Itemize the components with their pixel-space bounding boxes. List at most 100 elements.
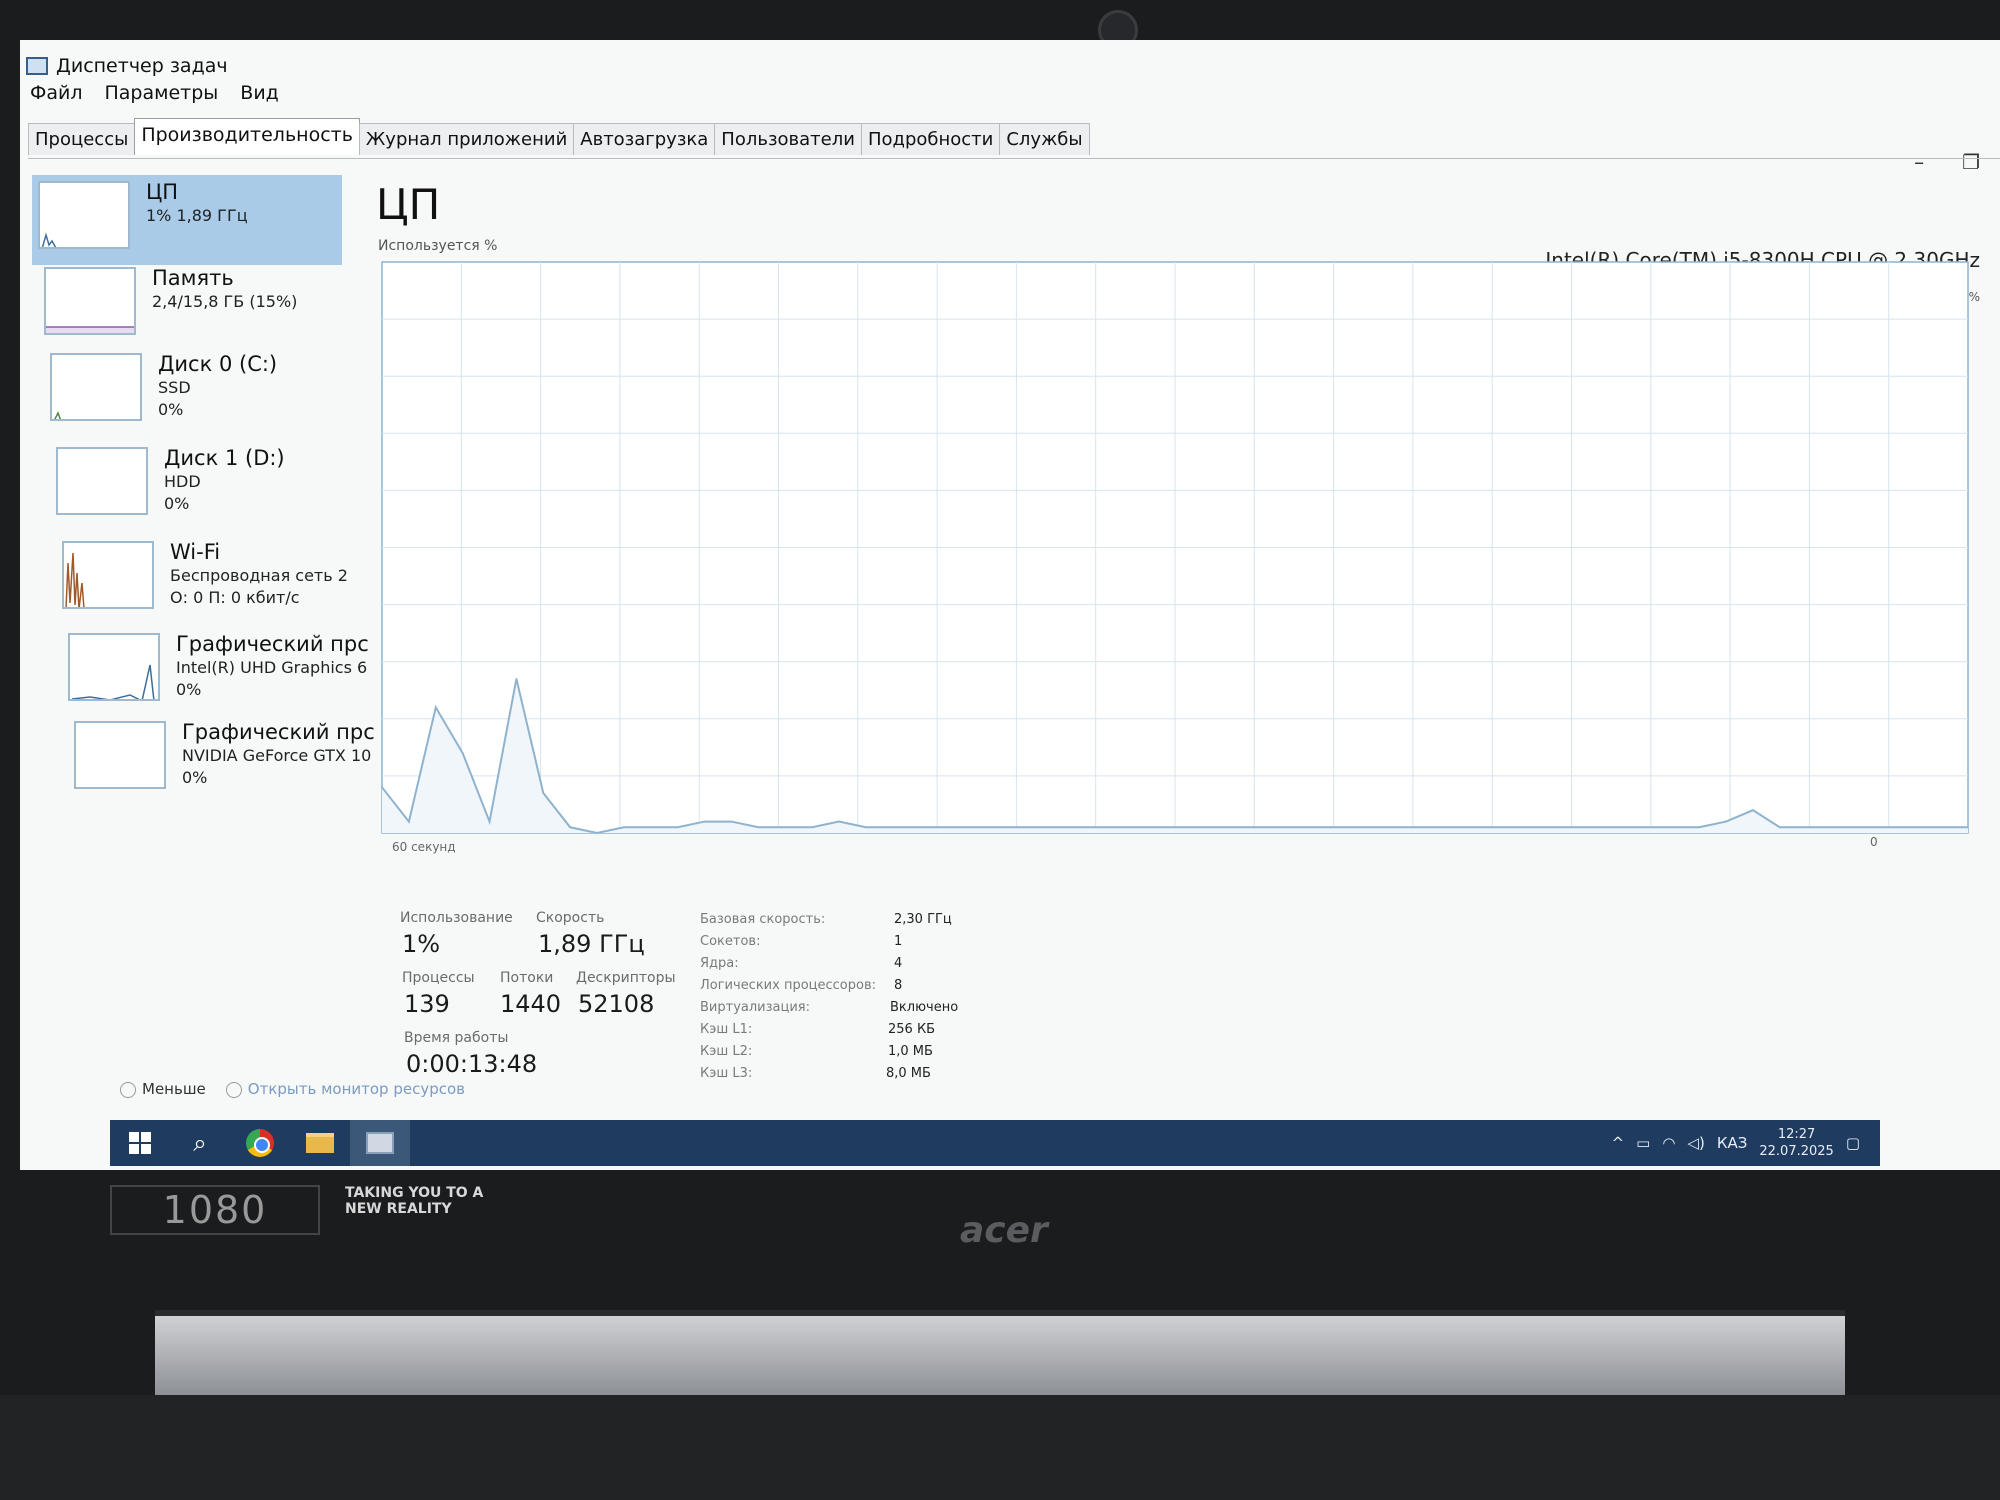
tab-app-history[interactable]: Журнал приложений <box>358 123 575 155</box>
cpu-usage-point <box>1214 826 1217 829</box>
menu-file[interactable]: Файл <box>30 82 83 104</box>
promo-line2: NEW REALITY <box>345 1201 452 1217</box>
cpu-usage-point <box>1322 826 1324 829</box>
sidebar-item-detail: Беспроводная сеть 2 <box>170 566 348 585</box>
wifi-icon[interactable]: ◠ <box>1662 1134 1675 1152</box>
usage-label: Использование <box>400 910 513 926</box>
tab-users[interactable]: Пользователи <box>714 123 862 155</box>
hd-sticker: 1080 <box>110 1185 320 1235</box>
task-manager-taskbar-button[interactable] <box>350 1120 410 1166</box>
brand-logo: acer <box>960 1210 1048 1251</box>
cpu-usage-point <box>1752 809 1754 811</box>
laptop-hinge <box>155 1310 1845 1395</box>
time-window-label: 60 секунд <box>392 840 456 854</box>
cpu-usage-point <box>1483 826 1485 829</box>
tab-services[interactable]: Службы <box>999 123 1090 155</box>
search-button[interactable]: ⌕ <box>170 1120 230 1166</box>
handles-value: 52108 <box>578 990 655 1018</box>
cpu-usage-point <box>1671 826 1674 829</box>
cpu-usage-graph <box>381 261 1969 835</box>
uptime-label: Время работы <box>404 1030 509 1046</box>
tab-startup[interactable]: Автозагрузка <box>573 123 716 155</box>
tab-performance[interactable]: Производительность <box>134 118 360 155</box>
cpu-usage-point <box>676 826 679 829</box>
resource-monitor-link[interactable]: Открыть монитор ресурсов <box>225 1080 465 1098</box>
menu-view[interactable]: Вид <box>240 82 279 104</box>
cpu-usage-point <box>1537 826 1539 829</box>
folder-icon <box>306 1133 334 1153</box>
sidebar-item-wifi[interactable]: Wi-Fi Беспроводная сеть 2 О: 0 П: 0 кбит… <box>56 535 366 625</box>
cpu-usage-point <box>1268 826 1270 829</box>
task-manager-icon <box>366 1132 394 1154</box>
tabs-divider <box>28 158 2000 159</box>
detail-label: Логических процессоров: <box>700 978 877 993</box>
sidebar-item-memory[interactable]: Память 2,4/15,8 ГБ (15%) <box>38 261 348 351</box>
cpu-usage-point <box>1940 826 1942 829</box>
sidebar-item-gpu0[interactable]: Графический прс Intel(R) UHD Graphics 6 … <box>62 627 372 717</box>
cpu-usage-point <box>1617 826 1620 829</box>
threads-label: Потоки <box>500 970 554 986</box>
cpu-stats: Использование 1% Скорость 1,89 ГГц Проце… <box>400 910 1600 1090</box>
cpu-usage-point <box>1563 826 1566 829</box>
task-manager-icon <box>26 57 48 75</box>
detail-label: Кэш L1: <box>700 1022 753 1037</box>
chevron-up-icon[interactable]: ^ <box>1612 1134 1625 1152</box>
cpu-usage-point <box>1133 826 1136 829</box>
volume-icon[interactable]: ◁) <box>1687 1134 1704 1152</box>
cpu-usage-point <box>838 820 840 823</box>
sidebar-item-label: Графический прс <box>182 720 375 744</box>
cpu-usage-point <box>891 826 894 829</box>
minimize-icon[interactable]: – <box>1914 150 1924 174</box>
detail-value: 4 <box>894 956 903 971</box>
cpu-usage-point <box>1187 826 1190 829</box>
sidebar-item-value: О: 0 П: 0 кбит/с <box>170 588 300 607</box>
cpu-usage-point <box>1429 826 1432 829</box>
gpu0-thumbnail <box>68 633 160 701</box>
chrome-button[interactable] <box>230 1120 290 1166</box>
restore-icon[interactable]: ❐ <box>1962 150 1980 174</box>
menu-options[interactable]: Параметры <box>105 82 219 104</box>
explorer-button[interactable] <box>290 1120 350 1166</box>
detail-label: Кэш L2: <box>700 1044 753 1059</box>
sidebar-item-value: 0% <box>164 494 190 513</box>
battery-icon[interactable]: ▭ <box>1636 1134 1650 1152</box>
clock[interactable]: 12:27 22.07.2025 <box>1759 1126 1833 1160</box>
window-title: Диспетчер задач <box>56 55 228 77</box>
cpu-thumbnail <box>38 181 130 249</box>
sidebar-item-label: Диск 1 (D:) <box>164 446 285 470</box>
detail-value: 1,0 МБ <box>888 1044 933 1059</box>
cpu-usage-point <box>972 826 975 829</box>
sidebar-item-detail: Intel(R) UHD Graphics 6 <box>176 658 368 677</box>
chrome-icon <box>246 1129 274 1157</box>
memory-thumbnail <box>44 267 136 335</box>
fewer-details-button[interactable]: Меньше <box>120 1080 206 1098</box>
uptime-value: 0:00:13:48 <box>406 1050 538 1078</box>
sidebar-item-value: 0% <box>182 768 208 787</box>
disk0-thumbnail <box>50 353 142 421</box>
clock-date: 22.07.2025 <box>1759 1144 1834 1159</box>
wifi-thumbnail <box>62 541 154 609</box>
sidebar-item-disk1[interactable]: Диск 1 (D:) HDD 0% <box>50 441 360 531</box>
cpu-usage-point <box>1080 826 1082 829</box>
sidebar-item-value: 0% <box>158 400 184 419</box>
sidebar-item-gpu1[interactable]: Графический прс NVIDIA GeForce GTX 10 0% <box>68 715 378 805</box>
cpu-usage-point <box>569 826 571 829</box>
sidebar-item-label: Wi-Fi <box>170 540 221 564</box>
clock-time: 12:27 <box>1777 1127 1816 1142</box>
zero-percent-label: 0 <box>1870 835 1878 849</box>
language-indicator[interactable]: КАЗ <box>1717 1134 1748 1152</box>
cpu-usage-point <box>1106 826 1109 829</box>
sidebar-item-detail: SSD <box>158 378 191 397</box>
cpu-usage-point <box>381 786 383 789</box>
cpu-usage-point <box>408 820 410 823</box>
start-button[interactable] <box>110 1120 170 1166</box>
usage-axis-label: Используется % <box>378 238 498 254</box>
sidebar-item-cpu[interactable]: ЦП 1% 1,89 ГГц <box>32 175 342 265</box>
tab-details[interactable]: Подробности <box>860 123 1001 155</box>
cpu-usage-point <box>542 792 545 794</box>
detail-value: 256 КБ <box>888 1022 936 1037</box>
sidebar-item-disk0[interactable]: Диск 0 (C:) SSD 0% <box>44 347 354 437</box>
cpu-usage-point <box>1886 826 1889 829</box>
notifications-icon[interactable]: ▢ <box>1846 1134 1860 1152</box>
tab-processes[interactable]: Процессы <box>28 123 136 155</box>
